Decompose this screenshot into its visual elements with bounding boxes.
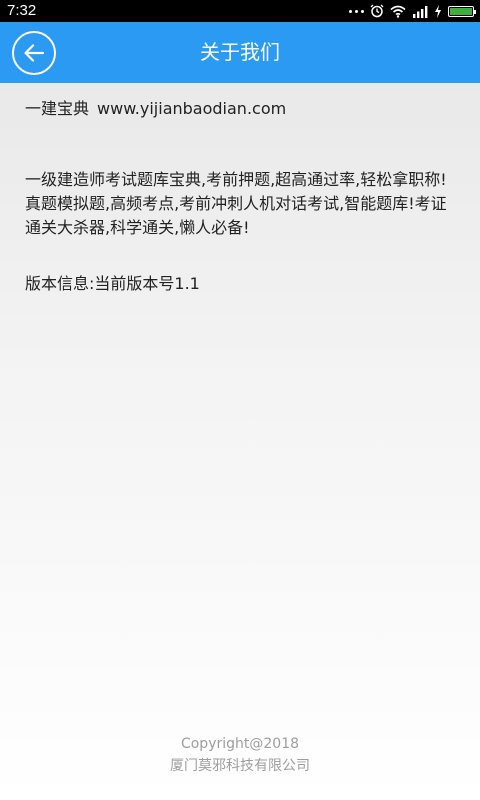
app-name-line: 一建宝典 www.yijianbaodian.com	[25, 97, 455, 123]
status-time: 7:32	[7, 2, 37, 19]
footer: Copyright@2018 厦门莫邪科技有限公司	[0, 733, 480, 777]
signal-strength-icon	[413, 5, 428, 18]
app-bar: 关于我们	[0, 22, 480, 83]
charging-bolt-icon	[435, 4, 441, 18]
alarm-clock-icon	[370, 4, 384, 18]
battery-level	[450, 7, 472, 15]
app-name: 一建宝典	[25, 99, 90, 118]
page-title: 关于我们	[200, 40, 280, 64]
copyright-text: Copyright@2018	[180, 736, 300, 752]
status-bar: 7:32	[0, 0, 480, 22]
company-name: 厦门莫邪科技有限公司	[170, 758, 310, 774]
more-notifications-icon	[349, 9, 364, 13]
app-description: 一级建造师考试题库宝典,考前押题,超高通过率,轻松拿职称!真题模拟题,高频考点,…	[25, 170, 447, 237]
website-link: www.yijianbaodian.com	[97, 99, 287, 118]
battery-icon	[448, 5, 476, 17]
status-icons	[349, 3, 476, 19]
version-info: 版本信息:当前版本号1.1	[25, 274, 200, 293]
wifi-icon	[390, 5, 406, 18]
about-content: 一建宝典 www.yijianbaodian.com 一级建造师考试题库宝典,考前…	[25, 97, 455, 296]
